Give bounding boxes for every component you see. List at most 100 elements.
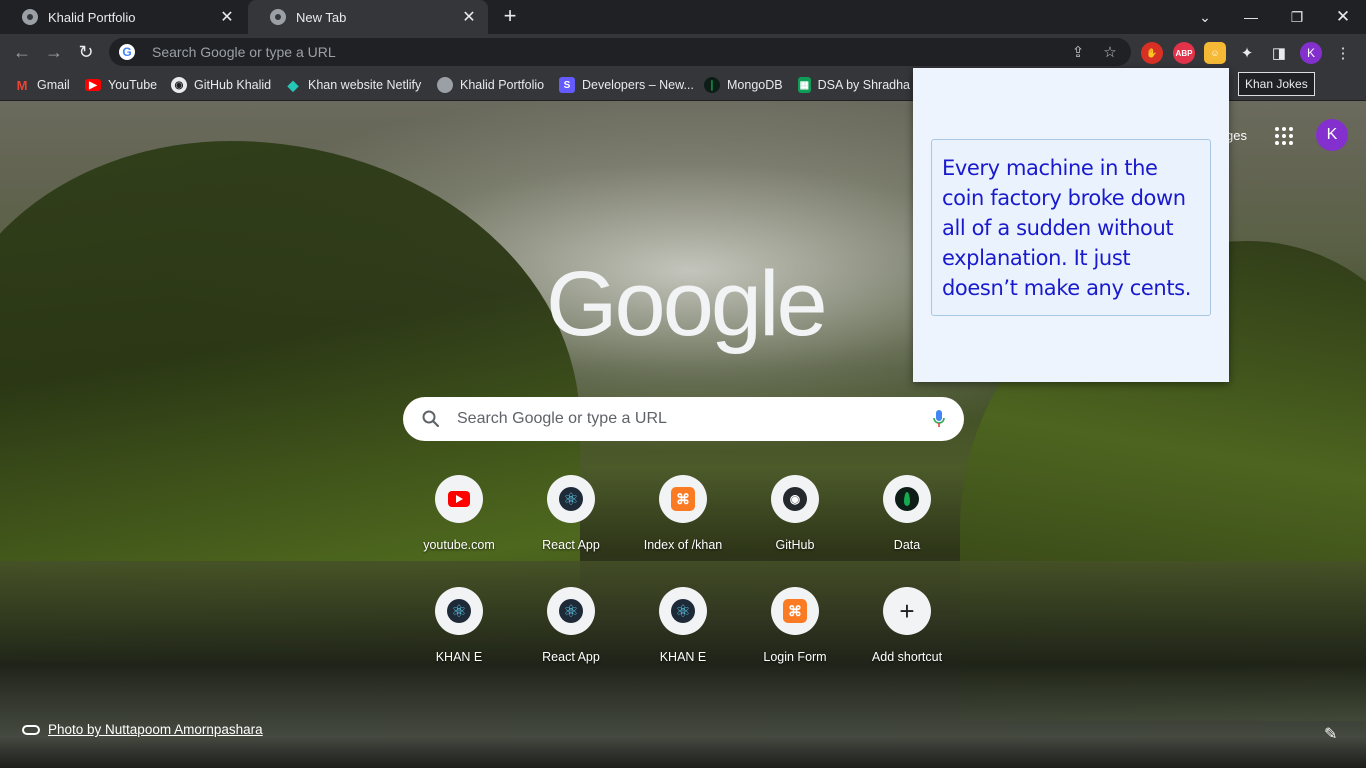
microphone-icon[interactable] — [932, 409, 946, 429]
bookmark-youtube[interactable]: ▶ YouTube — [85, 70, 157, 100]
shortcut-index-of-khan[interactable]: ⌘ Index of /khan — [627, 475, 739, 587]
chrome-icon — [270, 9, 286, 25]
xampp-icon: ⌘ — [671, 487, 695, 511]
shortcut-label: KHAN E — [435, 650, 483, 664]
gmail-icon: M — [16, 77, 28, 93]
bookmark-dsa-by-shradha[interactable]: ▦ DSA by Shradha — [798, 70, 910, 100]
tab-title: New Tab — [296, 9, 347, 25]
shortcut-icon-circle: ⚛ — [659, 587, 707, 635]
react-icon: ⚛ — [559, 487, 583, 511]
bookmark-gmail[interactable]: M Gmail — [14, 70, 70, 100]
shortcut-icon-circle: ◉ — [771, 475, 819, 523]
google-icon: G — [119, 44, 135, 60]
menu-kebab-icon[interactable]: ⋮ — [1332, 42, 1354, 64]
link-icon — [22, 724, 40, 735]
shortcut-react-app-2[interactable]: ⚛ React App — [515, 587, 627, 699]
mongodb-icon — [895, 487, 919, 511]
mongodb-icon: ❘ — [704, 77, 720, 93]
tab-strip: Khalid Portfolio ✕ New Tab ✕ + ⌄ — ❐ ✕ — [0, 0, 1366, 34]
react-icon: ⚛ — [447, 599, 471, 623]
shortcut-label: Data — [893, 538, 921, 552]
google-logo: Google — [546, 253, 828, 355]
bookmark-label: Khan website Netlify — [308, 78, 422, 92]
khan-jokes-popup: Every machine in the coin factory broke … — [913, 68, 1229, 382]
share-icon[interactable]: ⇪ — [1067, 43, 1089, 61]
adblock-icon[interactable]: ✋ — [1141, 42, 1163, 64]
add-shortcut-button[interactable]: + Add shortcut — [851, 587, 963, 699]
xampp-icon: ⌘ — [783, 599, 807, 623]
shortcut-login-form[interactable]: ⌘ Login Form — [739, 587, 851, 699]
stripe-icon: S — [559, 77, 575, 93]
images-link[interactable]: ges — [1226, 120, 1247, 150]
shortcut-icon-circle: ⌘ — [771, 587, 819, 635]
shortcut-khan-e-2[interactable]: ⚛ KHAN E — [627, 587, 739, 699]
bookmark-label: Khalid Portfolio — [460, 78, 545, 92]
shortcut-label: Index of /khan — [643, 538, 723, 552]
bookmark-label: YouTube — [108, 78, 158, 92]
side-panel-icon[interactable]: ◨ — [1268, 42, 1290, 64]
bookmark-label: GitHub Khalid — [194, 78, 272, 92]
shortcut-icon-circle: ⚛ — [435, 587, 483, 635]
bookmark-developers-new[interactable]: S Developers – New... — [559, 70, 694, 100]
shortcut-react-app[interactable]: ⚛ React App — [515, 475, 627, 587]
tab-new-tab[interactable]: New Tab ✕ — [248, 0, 488, 34]
plus-icon: + — [899, 596, 915, 626]
restore-button[interactable]: ❐ — [1274, 0, 1320, 34]
abp-icon[interactable]: ABP — [1173, 42, 1195, 64]
window-close-button[interactable]: ✕ — [1320, 0, 1366, 34]
omnibox-input[interactable] — [150, 43, 1057, 61]
address-bar[interactable]: G ⇪ ☆ — [109, 38, 1131, 66]
google-apps-icon[interactable] — [1273, 125, 1295, 147]
khan-jokes-icon[interactable]: ☺ — [1204, 42, 1226, 64]
star-icon[interactable]: ☆ — [1099, 43, 1121, 61]
shortcut-label: Add shortcut — [871, 650, 943, 664]
shortcut-label: youtube.com — [423, 538, 495, 552]
globe-icon — [22, 9, 38, 25]
bookmark-label: DSA by Shradha — [817, 78, 910, 92]
shortcut-data[interactable]: Data — [851, 475, 963, 587]
shortcut-icon-circle: ⌘ — [659, 475, 707, 523]
photo-credit-text: Photo by Nuttapoom Amornpashara — [48, 722, 263, 737]
extensions-puzzle-icon[interactable]: ✦ — [1236, 42, 1258, 64]
shortcut-label: React App — [542, 650, 600, 664]
minimize-button[interactable]: — — [1228, 0, 1274, 34]
sheets-icon: ▦ — [798, 77, 811, 93]
bookmark-khalid-portfolio[interactable]: Khalid Portfolio — [437, 70, 544, 100]
react-icon: ⚛ — [671, 599, 695, 623]
bookmark-label: Developers – New... — [582, 78, 694, 92]
tab-title: Khalid Portfolio — [48, 9, 136, 25]
tab-khalid-portfolio[interactable]: Khalid Portfolio ✕ — [0, 0, 246, 34]
shortcut-label: Login Form — [763, 650, 827, 664]
reload-button[interactable]: ↻ — [73, 39, 99, 65]
ntp-search-box[interactable] — [403, 397, 964, 441]
ntp-account-avatar[interactable]: K — [1316, 119, 1348, 151]
ntp-search-input[interactable] — [455, 409, 932, 429]
shortcut-icon-circle: + — [883, 587, 931, 635]
forward-button[interactable]: → — [41, 39, 67, 65]
shortcut-khan-e-1[interactable]: ⚛ KHAN E — [403, 587, 515, 699]
photo-credit-link[interactable]: Photo by Nuttapoom Amornpashara — [22, 722, 263, 737]
search-icon — [422, 410, 440, 428]
netlify-icon: ◆ — [287, 76, 299, 93]
shortcut-github[interactable]: ◉ GitHub — [739, 475, 851, 587]
github-icon: ◉ — [171, 77, 187, 93]
shortcut-label: KHAN E — [659, 650, 707, 664]
shortcut-icon-circle: ⚛ — [547, 475, 595, 523]
back-button[interactable]: ← — [9, 39, 35, 65]
bookmark-khan-website-netlify[interactable]: ◆ Khan website Netlify — [285, 70, 422, 100]
close-icon[interactable]: ✕ — [460, 7, 478, 27]
bookmark-label: Gmail — [37, 78, 70, 92]
youtube-icon — [448, 491, 470, 507]
close-icon[interactable]: ✕ — [218, 7, 236, 27]
customize-pencil-icon[interactable]: ✎ — [1324, 724, 1342, 743]
bookmark-mongodb[interactable]: ❘ MongoDB — [704, 70, 783, 100]
profile-avatar[interactable]: K — [1300, 42, 1322, 64]
tab-search-button[interactable]: ⌄ — [1182, 0, 1228, 34]
extension-tooltip: Khan Jokes — [1238, 72, 1315, 96]
shortcut-youtube[interactable]: youtube.com — [403, 475, 515, 587]
new-tab-button[interactable]: + — [498, 4, 522, 28]
shortcut-icon-circle — [883, 475, 931, 523]
bookmark-github-khalid[interactable]: ◉ GitHub Khalid — [171, 70, 271, 100]
youtube-icon: ▶ — [85, 79, 101, 91]
shortcut-label: React App — [542, 538, 600, 552]
